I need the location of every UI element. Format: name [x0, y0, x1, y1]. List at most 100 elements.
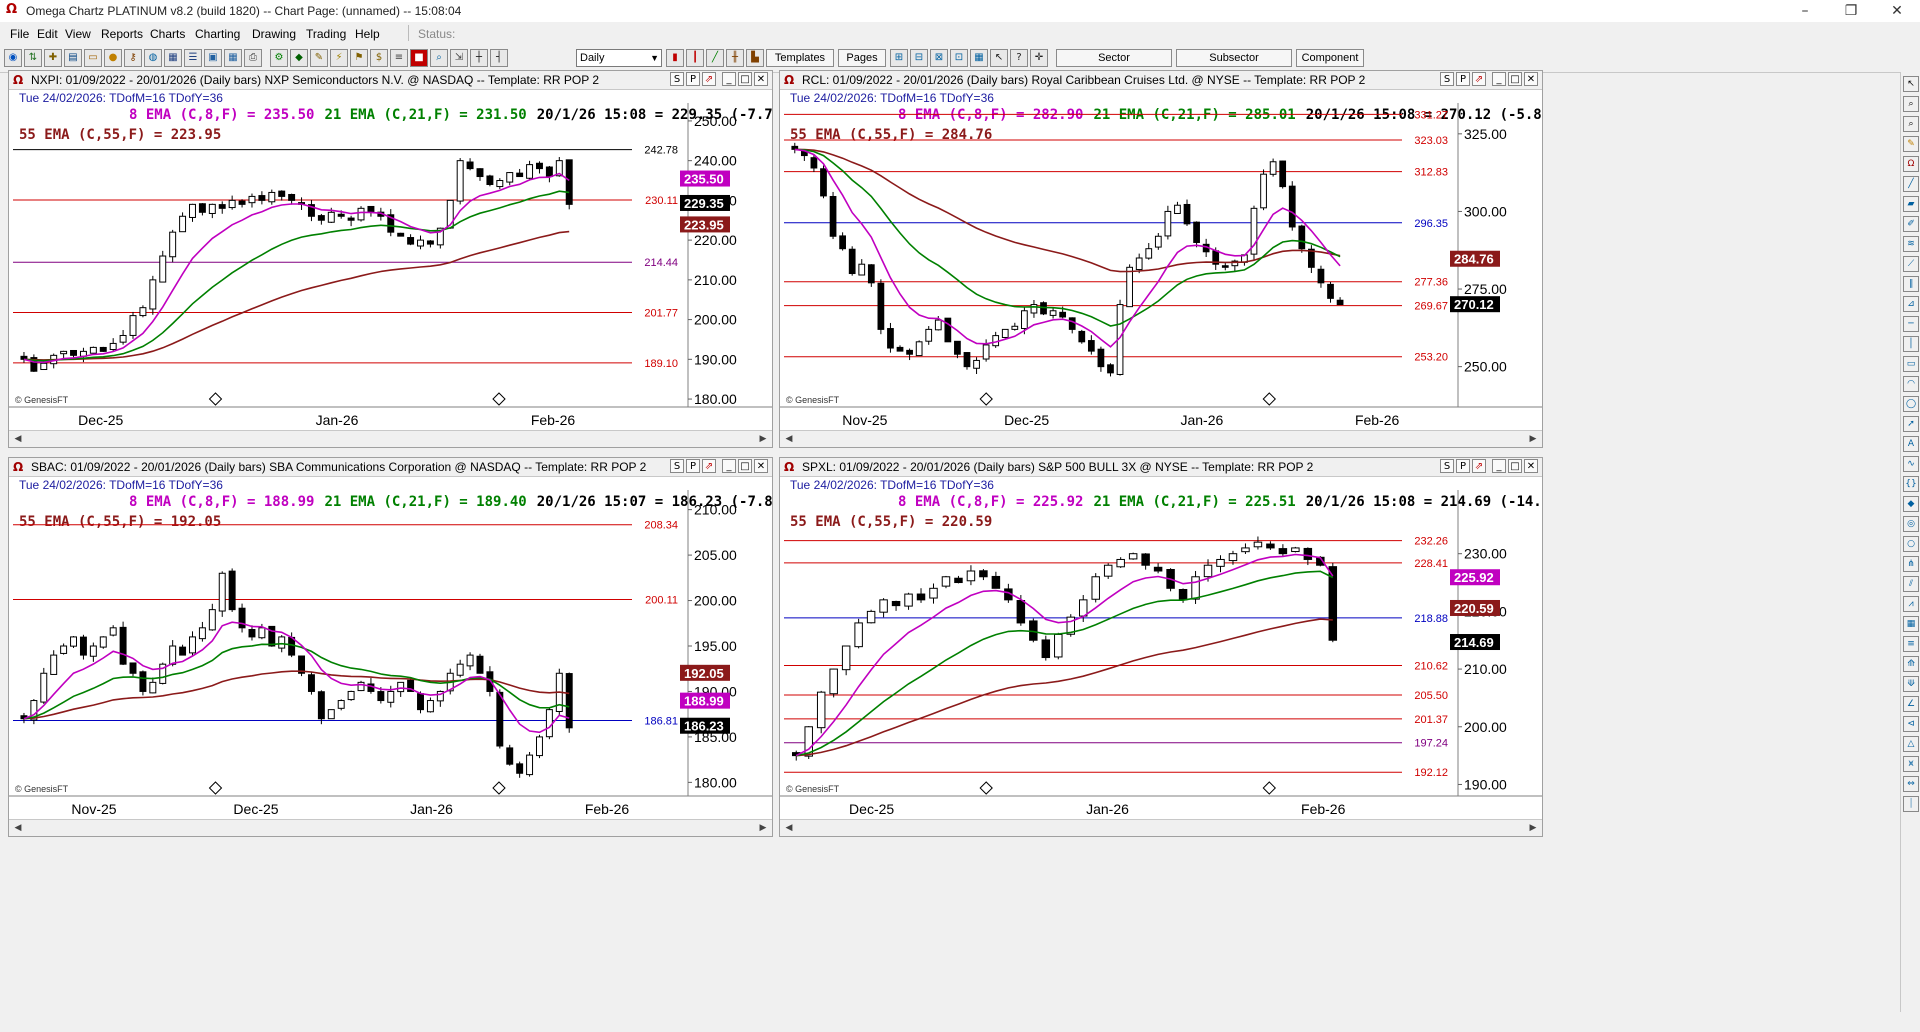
stop-icon[interactable]: ■: [410, 49, 428, 67]
volume-icon[interactable]: ▙: [746, 49, 764, 67]
horizontal-scrollbar[interactable]: ◀ ▶: [780, 819, 1542, 836]
help-pointer-icon[interactable]: ?: [1010, 49, 1028, 67]
panel-close-icon[interactable]: ✕: [754, 459, 768, 473]
popout-icon[interactable]: ⇗: [702, 459, 716, 473]
page-icon[interactable]: ▤: [64, 49, 82, 67]
candle-icon[interactable]: ┃: [686, 49, 704, 67]
marker-tool-icon[interactable]: ◆: [1903, 496, 1919, 512]
vline-tool-icon[interactable]: │: [1903, 336, 1919, 352]
print-p-button[interactable]: P: [686, 72, 700, 86]
popout-icon[interactable]: ⇗: [702, 72, 716, 86]
stripe-tool-icon[interactable]: ≡: [1903, 636, 1919, 652]
key-icon[interactable]: ⚷: [124, 49, 142, 67]
menu-charts[interactable]: Charts: [150, 27, 185, 41]
omega-tool-icon[interactable]: Ω: [1903, 156, 1919, 172]
scroll-left-icon[interactable]: ◀: [782, 432, 796, 445]
pitchfork-tool-icon[interactable]: ⋔: [1903, 556, 1919, 572]
horizontal-scrollbar[interactable]: ◀ ▶: [780, 430, 1542, 447]
grid-tool-icon[interactable]: ▦: [1903, 616, 1919, 632]
menu-drawing[interactable]: Drawing: [252, 27, 296, 41]
box-tool-icon[interactable]: ▭: [1903, 356, 1919, 372]
fan2-tool-icon[interactable]: ⟱: [1903, 676, 1919, 692]
arrow-tool-icon[interactable]: ➚: [1903, 416, 1919, 432]
text-tool-icon[interactable]: A: [1903, 436, 1919, 452]
layout-1-icon[interactable]: ⊞: [890, 49, 908, 67]
menu-edit[interactable]: Edit: [37, 27, 58, 41]
arc-tool-icon[interactable]: ◠: [1903, 376, 1919, 392]
export-icon[interactable]: ⇲: [450, 49, 468, 67]
ellipse-tool-icon[interactable]: ◯: [1903, 396, 1919, 412]
menu-reports[interactable]: Reports: [101, 27, 143, 41]
crosshair-icon[interactable]: ┼: [470, 49, 488, 67]
layout-4-icon[interactable]: ⊡: [950, 49, 968, 67]
zoom-icon[interactable]: ⌕: [430, 49, 448, 67]
scroll-right-icon[interactable]: ▶: [756, 821, 770, 834]
horizontal-scrollbar[interactable]: ◀ ▶: [9, 819, 772, 836]
panel-maximize-icon[interactable]: □: [1508, 459, 1522, 473]
panel-minimize-icon[interactable]: _: [722, 459, 736, 473]
bar-chart-icon[interactable]: ▮: [666, 49, 684, 67]
panel-minimize-icon[interactable]: _: [1492, 459, 1506, 473]
print-p-button[interactable]: P: [686, 459, 700, 473]
list-view-icon[interactable]: ≡: [390, 49, 408, 67]
list-icon[interactable]: ☰: [184, 49, 202, 67]
report-icon[interactable]: ▣: [204, 49, 222, 67]
restore-icon[interactable]: ❐: [1828, 0, 1874, 22]
scroll-left-icon[interactable]: ◀: [11, 432, 25, 445]
scroll-left-icon[interactable]: ◀: [782, 821, 796, 834]
fan-tool-icon[interactable]: ⟰: [1903, 656, 1919, 672]
pointer-tool-icon[interactable]: ↖: [1903, 76, 1919, 92]
chart-panel-nxpi[interactable]: Ω NXPI: 01/09/2022 - 20/01/2026 (Daily b…: [8, 70, 773, 448]
pages-button[interactable]: Pages: [838, 49, 886, 67]
minimize-icon[interactable]: –: [1782, 0, 1828, 22]
panel-maximize-icon[interactable]: □: [1508, 72, 1522, 86]
regression-tool-icon[interactable]: ⩘: [1903, 596, 1919, 612]
print-p-button[interactable]: P: [1456, 459, 1470, 473]
zoom-out-tool-icon[interactable]: ⌕: [1903, 116, 1919, 132]
chart-panel-spxl[interactable]: Ω SPXL: 01/09/2022 - 20/01/2026 (Daily b…: [779, 457, 1543, 837]
layout-5-icon[interactable]: ▦: [970, 49, 988, 67]
scroll-right-icon[interactable]: ▶: [756, 432, 770, 445]
close-icon[interactable]: ✕: [1874, 0, 1920, 22]
price-chart[interactable]: 325.00 300.00 275.00 250.00 331.27 323.03 312.…: [780, 103, 1542, 431]
panel-close-icon[interactable]: ✕: [754, 72, 768, 86]
open-icon[interactable]: ◉: [4, 49, 22, 67]
scroll-left-icon[interactable]: ◀: [11, 821, 25, 834]
pencil-tool-icon[interactable]: ✎: [1903, 136, 1919, 152]
scale-s-button[interactable]: S: [670, 459, 684, 473]
scanner-icon[interactable]: ⚙: [270, 49, 288, 67]
zig-tool-icon[interactable]: ⩙: [1903, 756, 1919, 772]
circle-tool-icon[interactable]: ○: [1903, 536, 1919, 552]
menu-file[interactable]: File: [10, 27, 29, 41]
scale-s-button[interactable]: S: [670, 72, 684, 86]
fib-tool-icon[interactable]: ≋: [1903, 236, 1919, 252]
scroll-right-icon[interactable]: ▶: [1526, 432, 1540, 445]
trendline-tool-icon[interactable]: ╱: [1903, 176, 1919, 192]
sector-button[interactable]: Sector: [1056, 49, 1172, 67]
bracket-tool-icon[interactable]: {}: [1903, 476, 1919, 492]
channel-tool-icon[interactable]: ▰: [1903, 196, 1919, 212]
zoom-tool-icon[interactable]: ⌕: [1903, 96, 1919, 112]
brush-tool-icon[interactable]: ✐: [1903, 216, 1919, 232]
wand-icon[interactable]: ⚡: [330, 49, 348, 67]
period-tool-icon[interactable]: ⏐: [1903, 796, 1919, 812]
menu-view[interactable]: View: [65, 27, 91, 41]
chart-icon[interactable]: ◆: [290, 49, 308, 67]
gann-tool-icon[interactable]: ⊿: [1903, 296, 1919, 312]
layout-3-icon[interactable]: ⊠: [930, 49, 948, 67]
scroll-right-icon[interactable]: ▶: [1526, 821, 1540, 834]
tools-icon[interactable]: ✚: [44, 49, 62, 67]
horizontal-scrollbar[interactable]: ◀ ▶: [9, 430, 772, 447]
flag-icon[interactable]: ⚑: [350, 49, 368, 67]
panel-minimize-icon[interactable]: _: [722, 72, 736, 86]
cross-cursor-icon[interactable]: ✛: [1030, 49, 1048, 67]
cycle-tool-icon[interactable]: ◎: [1903, 516, 1919, 532]
period-select[interactable]: Daily ▼: [576, 49, 662, 67]
print-icon[interactable]: ⎙: [244, 49, 262, 67]
pointer-icon[interactable]: ↖: [990, 49, 1008, 67]
speed-tool-icon[interactable]: ⫽: [1903, 576, 1919, 592]
line-chart-icon[interactable]: ╱: [706, 49, 724, 67]
chart-panel-sbac[interactable]: Ω SBAC: 01/09/2022 - 20/01/2026 (Daily b…: [8, 457, 773, 837]
price-chart[interactable]: 250.00240.00230.00220.00210.00200.00190.…: [9, 103, 772, 431]
popout-icon[interactable]: ⇗: [1472, 72, 1486, 86]
